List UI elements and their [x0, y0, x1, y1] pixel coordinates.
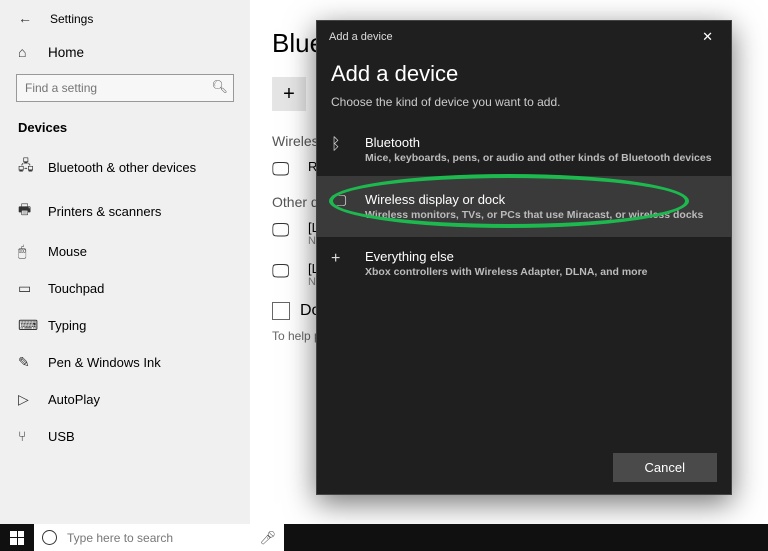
- keyboard-icon: ⌨: [18, 317, 34, 334]
- sidebar-home-label: Home: [48, 45, 84, 60]
- sidebar-item-printers[interactable]: 🖶 Printers & scanners: [0, 189, 250, 233]
- autoplay-icon: ▷: [18, 391, 34, 408]
- sidebar-item-label: Bluetooth & other devices: [48, 160, 196, 175]
- plus-icon: +: [331, 250, 353, 268]
- sidebar-item-pen[interactable]: ✎ Pen & Windows Ink: [0, 344, 250, 381]
- start-button[interactable]: [0, 524, 34, 551]
- sidebar-item-label: AutoPlay: [48, 392, 100, 407]
- sidebar-section-heading: Devices: [0, 114, 250, 145]
- bluetooth-icon: ᛒ: [331, 136, 353, 154]
- bluetooth-icon: 🖧: [18, 155, 34, 179]
- taskbar-search[interactable]: Type here to search 🎤︎: [34, 524, 284, 551]
- sidebar-home[interactable]: ⌂ Home: [0, 36, 250, 68]
- download-checkbox[interactable]: [272, 302, 290, 320]
- mouse-icon: 🖱: [18, 243, 34, 260]
- sidebar-item-usb[interactable]: ⑂ USB: [0, 418, 250, 454]
- find-setting-input[interactable]: [16, 74, 234, 102]
- monitor-icon: 🖵: [272, 159, 298, 180]
- dialog-close-button[interactable]: ✕: [696, 27, 719, 47]
- dual-monitor-icon: 🖵: [272, 220, 298, 241]
- dialog-subtitle: Choose the kind of device you want to ad…: [317, 91, 731, 123]
- option-desc: Mice, keyboards, pens, or audio and othe…: [365, 152, 712, 164]
- option-title: Bluetooth: [365, 135, 712, 150]
- pen-icon: ✎: [18, 354, 34, 371]
- cortana-icon: [42, 530, 57, 545]
- plus-icon: +: [272, 77, 306, 111]
- display-icon: 🖵: [331, 193, 353, 211]
- option-desc: Xbox controllers with Wireless Adapter, …: [365, 266, 648, 278]
- dialog-titlebar-text: Add a device: [329, 31, 393, 43]
- taskbar-search-placeholder: Type here to search: [67, 531, 173, 545]
- dialog-option-wireless-display[interactable]: 🖵 Wireless display or dock Wireless moni…: [317, 176, 731, 237]
- home-icon: ⌂: [18, 44, 34, 60]
- dialog-option-bluetooth[interactable]: ᛒ Bluetooth Mice, keyboards, pens, or au…: [317, 123, 731, 176]
- usb-icon: ⑂: [18, 428, 34, 444]
- sidebar-item-label: Pen & Windows Ink: [48, 355, 161, 370]
- taskbar-rest: [284, 524, 768, 551]
- sidebar-item-label: Typing: [48, 318, 86, 333]
- settings-title: Settings: [50, 12, 93, 26]
- sidebar-item-mouse[interactable]: 🖱 Mouse: [0, 233, 250, 270]
- taskbar: Type here to search 🎤︎: [0, 524, 768, 551]
- search-icon: 🔍︎: [211, 79, 228, 95]
- mic-icon: 🎤︎: [259, 530, 276, 546]
- windows-icon: [10, 531, 24, 545]
- dialog-heading: Add a device: [317, 51, 731, 91]
- sidebar-item-autoplay[interactable]: ▷ AutoPlay: [0, 381, 250, 418]
- sidebar-item-label: Printers & scanners: [48, 204, 161, 219]
- back-button[interactable]: ←: [18, 10, 36, 28]
- dual-monitor-icon: 🖵: [272, 261, 298, 282]
- sidebar-item-label: USB: [48, 429, 75, 444]
- printer-icon: 🖶: [18, 199, 34, 223]
- option-title: Wireless display or dock: [365, 192, 703, 207]
- option-title: Everything else: [365, 249, 648, 264]
- settings-sidebar: ← Settings ⌂ Home 🔍︎ Devices 🖧 Bluetooth …: [0, 0, 250, 524]
- dialog-option-everything-else[interactable]: + Everything else Xbox controllers with …: [317, 237, 731, 290]
- touchpad-icon: ▭: [18, 280, 34, 297]
- sidebar-item-bluetooth[interactable]: 🖧 Bluetooth & other devices: [0, 145, 250, 189]
- sidebar-item-label: Touchpad: [48, 281, 104, 296]
- sidebar-item-typing[interactable]: ⌨ Typing: [0, 307, 250, 344]
- option-desc: Wireless monitors, TVs, or PCs that use …: [365, 209, 703, 221]
- add-device-dialog: Add a device ✕ Add a device Choose the k…: [316, 20, 732, 495]
- sidebar-item-label: Mouse: [48, 244, 87, 259]
- sidebar-item-touchpad[interactable]: ▭ Touchpad: [0, 270, 250, 307]
- cancel-button[interactable]: Cancel: [613, 453, 717, 482]
